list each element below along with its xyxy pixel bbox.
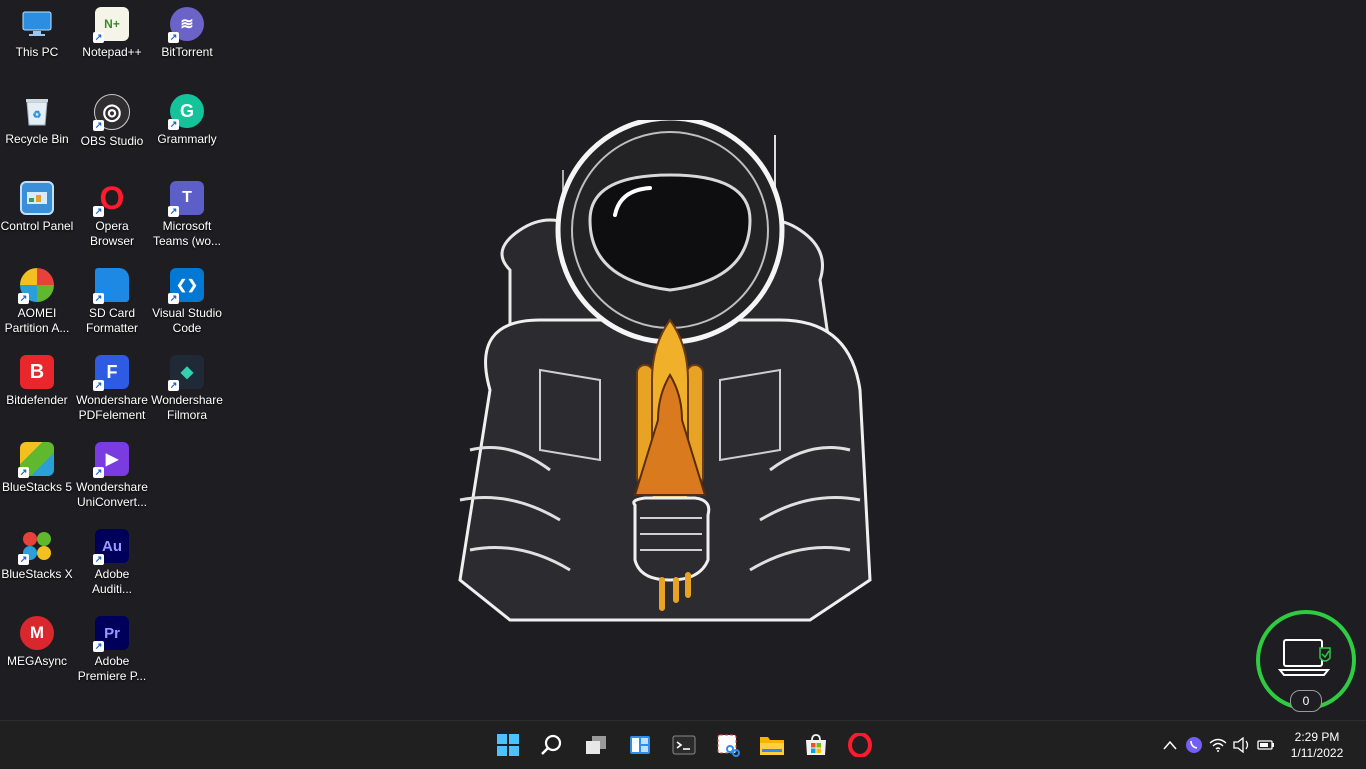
desktop-icon-bluestacks-x[interactable]: ↗ BlueStacks X [0,524,74,608]
opera-icon: O ↗ [93,179,125,217]
shortcut-arrow-icon: ↗ [93,641,104,652]
desktop-icon-adobe-audition[interactable]: Au ↗ Adobe Auditi... [75,524,149,608]
battery-tray-icon[interactable] [1254,733,1278,757]
desktop-icon-grammarly[interactable]: G ↗ Grammarly [150,89,224,173]
taskbar-clock[interactable]: 2:29 PM 1/11/2022 [1278,729,1356,761]
astronaut-wallpaper [458,120,872,622]
desktop-icon-uniconverter[interactable]: ▶ ↗ Wondershare UniConvert... [75,437,149,521]
adobe-premiere-icon: Pr ↗ [93,616,129,652]
terminal-icon [672,735,696,755]
desktop-icon-notepad-plus-plus[interactable]: N+ ↗ Notepad++ [75,2,149,86]
system-tray: 2:29 PM 1/11/2022 [1158,721,1366,769]
windows-logo-icon [497,734,519,756]
shortcut-arrow-icon: ↗ [168,206,179,217]
grammarly-icon: G ↗ [168,94,204,130]
desktop-icon-obs-studio[interactable]: ◎ ↗ OBS Studio [75,89,149,173]
shortcut-arrow-icon: ↗ [168,32,179,43]
shortcut-arrow-icon: ↗ [93,32,104,43]
desktop-icon-pdfelement[interactable]: F ↗ Wondershare PDFelement [75,350,149,434]
svg-text:♻: ♻ [33,110,42,121]
opera-taskbar-button[interactable] [838,725,882,765]
bluestacks-5-icon: ↗ [18,442,54,478]
store-icon [806,734,826,755]
shortcut-arrow-icon: ↗ [93,467,104,478]
shortcut-arrow-icon: ↗ [168,293,179,304]
snipping-tool-button[interactable] [706,725,750,765]
shortcut-arrow-icon: ↗ [93,120,104,131]
uniconverter-icon: ▶ ↗ [93,442,129,478]
desktop-icon-bitdefender[interactable]: B Bitdefender [0,350,74,434]
microsoft-teams-icon: T ↗ [168,181,204,217]
megasync-icon: M [20,616,54,650]
widgets-icon [630,736,650,754]
clock-date: 1/11/2022 [1290,746,1344,760]
viber-icon [1186,737,1202,753]
desktop-icon-sd-card-formatter[interactable]: ↗ SD Card Formatter [75,263,149,347]
start-button[interactable] [486,725,530,765]
taskbar-apps [486,721,882,769]
widgets-button[interactable] [618,725,662,765]
shortcut-arrow-icon: ↗ [93,380,104,391]
shortcut-arrow-icon: ↗ [168,119,179,130]
recycle-bin-icon: ♻ [20,94,54,128]
search-button[interactable] [530,725,574,765]
desktop-icon-bluestacks-5[interactable]: ↗ BlueStacks 5 [0,437,74,521]
desktop-icon-this-pc[interactable]: This PC [0,2,74,86]
opera-icon [848,733,872,757]
filmora-icon: ◆ ↗ [168,355,204,391]
desktop-icon-adobe-premiere[interactable]: Pr ↗ Adobe Premiere P... [75,611,149,695]
desktop-icon-vscode[interactable]: ❮❯ ↗ Visual Studio Code [150,263,224,347]
vscode-icon: ❮❯ ↗ [168,268,204,304]
shortcut-arrow-icon: ↗ [168,380,179,391]
clock-time: 2:29 PM [1294,730,1340,744]
taskbar: 2:29 PM 1/11/2022 [0,720,1366,768]
desktop-icon-opera[interactable]: O ↗ Opera Browser [75,176,149,260]
speaker-icon [1233,737,1249,753]
terminal-button[interactable] [662,725,706,765]
shortcut-arrow-icon: ↗ [93,293,104,304]
sd-card-formatter-icon: ↗ [93,268,129,304]
bitdefender-icon: B [20,355,54,389]
adobe-audition-icon: Au ↗ [93,529,129,565]
show-hidden-icons-chevron[interactable] [1158,733,1182,757]
wifi-tray-icon[interactable] [1206,733,1230,757]
desktop-icon-bittorrent[interactable]: ≋ ↗ BitTorrent [150,2,224,86]
viber-tray-icon[interactable] [1182,733,1206,757]
search-icon [541,734,562,755]
chevron-up-icon [1163,740,1177,750]
pdfelement-icon: F ↗ [93,355,129,391]
show-desktop-button[interactable] [1356,721,1366,769]
desktop-icon-control-panel[interactable]: Control Panel [0,176,74,260]
shortcut-arrow-icon: ↗ [93,554,104,565]
desktop-icon-megasync[interactable]: M MEGAsync [0,611,74,695]
obs-studio-icon: ◎ ↗ [93,94,130,131]
snipping-tool-icon [717,734,740,757]
desktop-icon-aomei[interactable]: ↗ AOMEI Partition A... [0,263,74,347]
aomei-partition-icon: ↗ [18,268,54,304]
battery-icon [1257,740,1274,750]
bittorrent-icon: ≋ ↗ [168,7,204,43]
notepad-plus-plus-icon: N+ ↗ [93,7,129,43]
wifi-icon [1209,738,1227,752]
microsoft-store-button[interactable] [794,725,838,765]
vpn-count-badge: 0 [1290,690,1322,712]
shortcut-arrow-icon: ↗ [18,467,29,478]
desktop-icon-filmora[interactable]: ◆ ↗ Wondershare Filmora [150,350,224,434]
shortcut-arrow-icon: ↗ [18,554,29,565]
desktop[interactable]: This PC N+ ↗ Notepad++ ≋ ↗ BitTorrent ♻ Re… [0,0,1366,720]
this-pc-icon [20,7,54,41]
control-panel-icon [20,181,54,215]
shortcut-arrow-icon: ↗ [18,293,29,304]
task-view-button[interactable] [574,725,618,765]
folder-icon [760,737,784,755]
file-explorer-button[interactable] [750,725,794,765]
volume-tray-icon[interactable] [1230,733,1254,757]
desktop-icon-microsoft-teams[interactable]: T ↗ Microsoft Teams (wo... [150,176,224,260]
bluestacks-x-icon: ↗ [18,529,54,565]
shortcut-arrow-icon: ↗ [93,206,104,217]
task-view-icon [586,736,606,754]
desktop-icon-recycle-bin[interactable]: ♻ Recycle Bin [0,89,74,173]
